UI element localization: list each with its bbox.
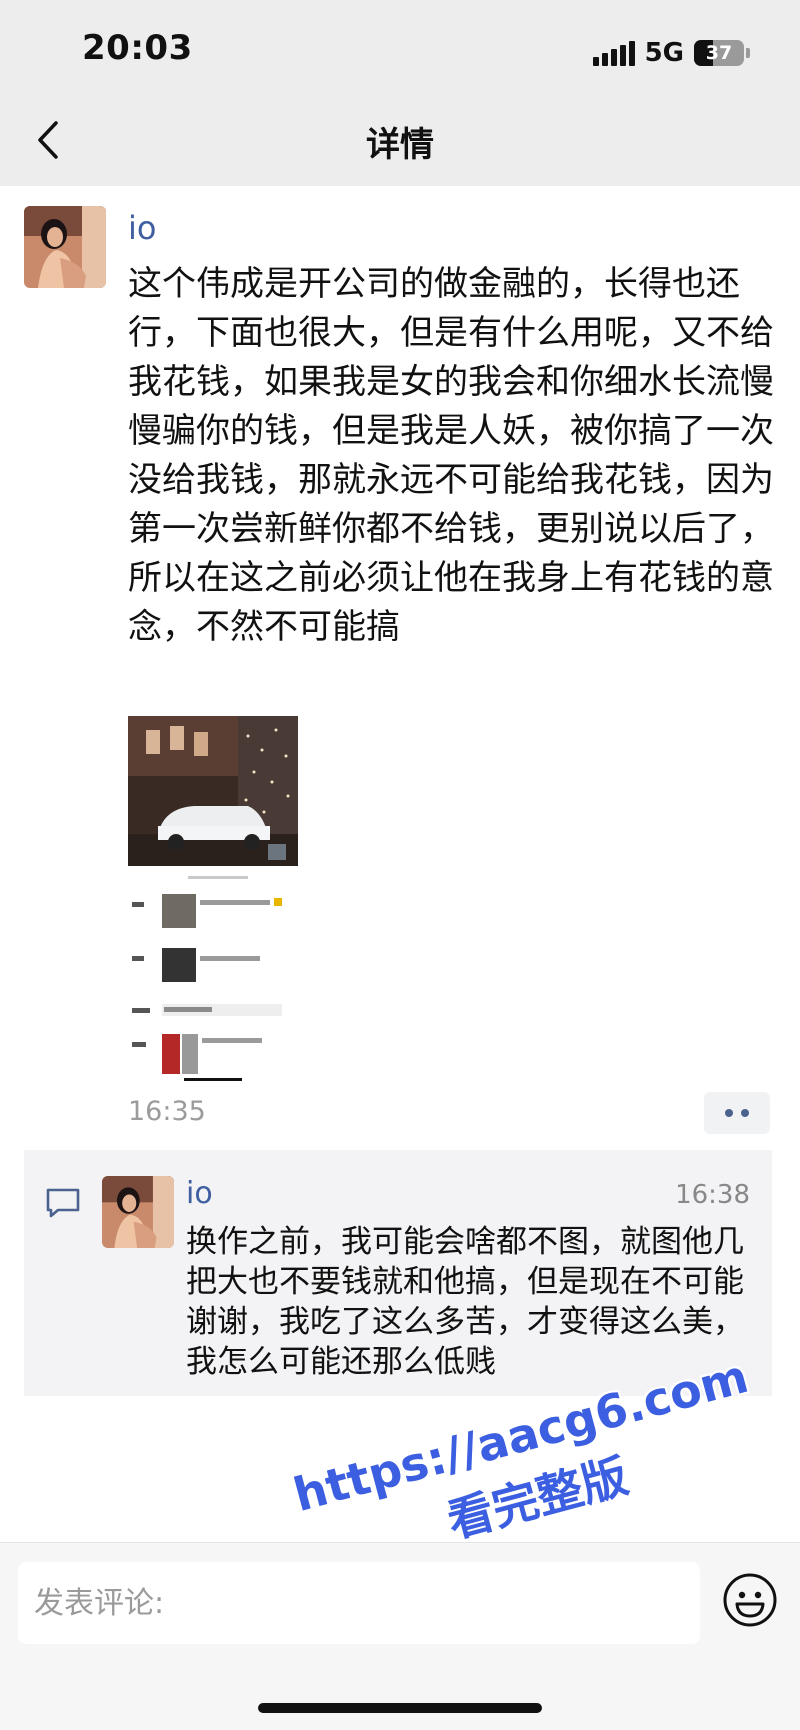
dot-icon (741, 1109, 749, 1117)
comment-avatar[interactable] (102, 1176, 174, 1248)
avatar-photo (24, 206, 106, 288)
comment-input[interactable] (18, 1562, 700, 1644)
network-label: 5G (644, 38, 684, 68)
top-bar: 20:03 5G 37 详情 (0, 0, 800, 186)
post-avatar[interactable] (24, 206, 106, 288)
comment-time: 16:38 (675, 1180, 750, 1210)
post-text: 这个伟成是开公司的做金融的，长得也还行，下面也很大，但是有什么用呢，又不给我花钱… (128, 264, 774, 647)
emoji-icon[interactable] (722, 1572, 778, 1628)
avatar-photo (102, 1176, 174, 1248)
page-title: 详情 (366, 125, 434, 165)
screen: 20:03 5G 37 详情 io 这个伟成是开公司的做金融的，长得也还行，下面… (0, 0, 800, 1730)
home-indicator (258, 1703, 542, 1713)
comment-text[interactable]: 换作之前，我可能会啥都不图，就图他几把大也不要钱就和他搞，但是现在不可能谢谢，我… (186, 1222, 756, 1382)
battery-tip (746, 48, 750, 58)
post-time: 16:35 (128, 1096, 206, 1127)
screenshot-thumbnail (128, 716, 298, 1081)
status-time: 20:03 (82, 28, 193, 68)
battery-icon: 37 (694, 40, 744, 66)
more-options-button[interactable] (704, 1092, 770, 1134)
battery-level: 37 (705, 42, 733, 64)
post-author[interactable]: io (128, 209, 156, 247)
comment-author[interactable]: io (186, 1176, 213, 1211)
signal-icon (592, 40, 635, 66)
comment-icon (46, 1188, 80, 1218)
dot-icon (725, 1109, 733, 1117)
status-icons: 5G 37 (592, 36, 750, 70)
post-image[interactable] (128, 716, 298, 1083)
